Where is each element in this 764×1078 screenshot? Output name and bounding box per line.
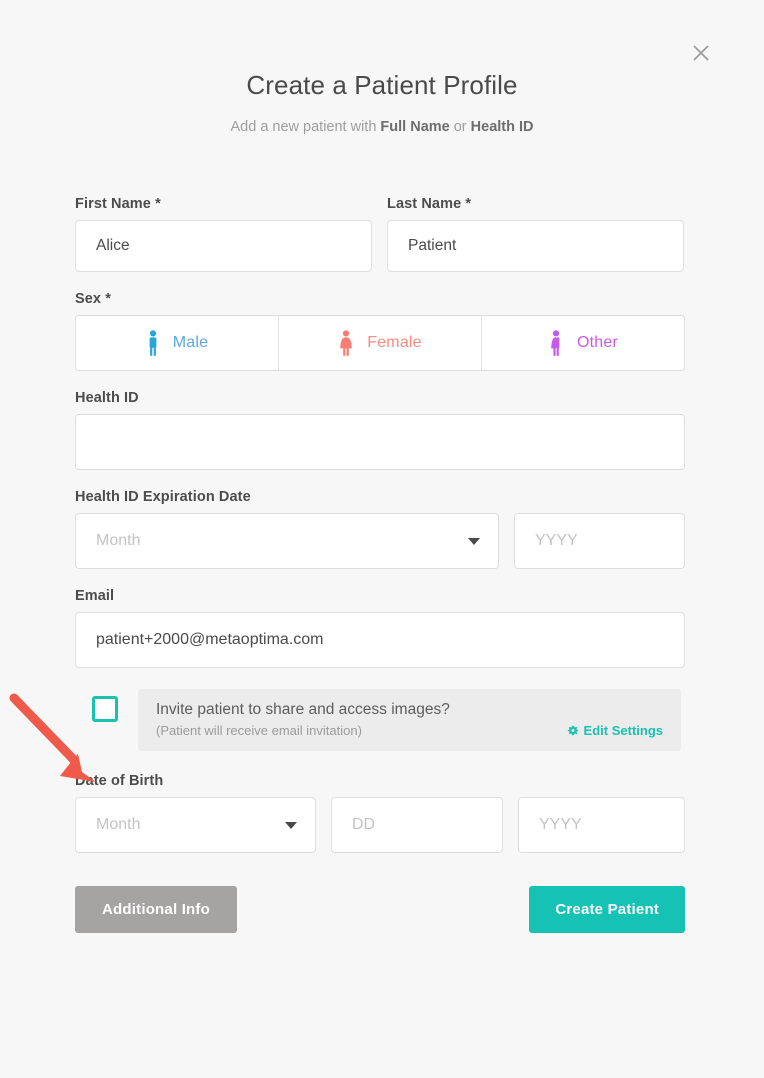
subtitle-prefix: Add a new patient with: [230, 119, 381, 135]
patient-form: First Name * Last Name * Alice Patient S…: [75, 196, 685, 933]
sex-option-female-label: Female: [367, 334, 422, 351]
chevron-down-icon: [285, 822, 297, 829]
last-name-input[interactable]: Patient: [387, 220, 684, 272]
health-id-expiration-year-value: YYYY: [535, 532, 578, 549]
health-id-input[interactable]: [75, 414, 685, 470]
invite-patient-row: Invite patient to share and access image…: [75, 689, 685, 751]
name-labels-row: First Name * Last Name *: [75, 196, 685, 220]
first-name-label: First Name *: [75, 196, 161, 212]
edit-settings-label: Edit Settings: [583, 723, 663, 738]
subtitle-healthid: Health ID: [470, 119, 534, 135]
sex-option-other[interactable]: Other: [481, 316, 684, 370]
date-of-birth-label: Date of Birth: [75, 773, 164, 789]
date-of-birth-year-value: YYYY: [539, 816, 582, 833]
sex-option-male[interactable]: Male: [76, 316, 278, 370]
sex-group: Sex * Male Female Other: [75, 291, 685, 371]
male-figure-icon: [146, 330, 160, 356]
health-id-expiration-label: Health ID Expiration Date: [75, 489, 251, 505]
chevron-down-icon: [468, 538, 480, 545]
date-of-birth-year-input[interactable]: YYYY: [518, 797, 685, 853]
sex-label: Sex *: [75, 291, 111, 307]
health-id-expiration-year-input[interactable]: YYYY: [514, 513, 685, 569]
close-icon[interactable]: [688, 40, 714, 66]
other-figure-icon: [548, 330, 564, 356]
date-of-birth-day-value: DD: [352, 816, 376, 833]
invite-patient-title: Invite patient to share and access image…: [156, 701, 450, 718]
date-of-birth-month-value: Month: [96, 816, 141, 833]
date-of-birth-day-input[interactable]: DD: [331, 797, 503, 853]
date-of-birth-month-select[interactable]: Month: [75, 797, 316, 853]
dialog-actions: Additional Info Create Patient: [75, 886, 685, 933]
female-figure-icon: [338, 330, 354, 356]
edit-settings-link[interactable]: Edit Settings: [567, 723, 663, 738]
sex-option-male-label: Male: [172, 334, 209, 351]
additional-info-button[interactable]: Additional Info: [75, 886, 237, 933]
health-id-expiration-month-select[interactable]: Month: [75, 513, 499, 569]
sex-selector: Male Female Other: [75, 315, 685, 371]
subtitle-middle: or: [449, 119, 471, 135]
create-patient-dialog: Create a Patient Profile Add a new patie…: [0, 0, 764, 1078]
health-id-expiration-month-value: Month: [96, 532, 141, 549]
name-inputs-row: Alice Patient: [75, 220, 685, 272]
email-input[interactable]: patient+2000@metaoptima.com: [75, 612, 685, 668]
create-patient-button[interactable]: Create Patient: [529, 886, 685, 933]
email-group: Email patient+2000@metaoptima.com: [75, 588, 685, 668]
sex-option-other-label: Other: [576, 334, 618, 351]
invite-patient-sub-row: (Patient will receive email invitation) …: [156, 723, 663, 738]
health-id-expiration-group: Health ID Expiration Date Month YYYY: [75, 489, 685, 569]
health-id-expiration-row: Month YYYY: [75, 513, 685, 569]
invite-patient-checkbox[interactable]: [92, 696, 118, 722]
date-of-birth-row: Month DD YYYY: [75, 797, 685, 853]
invite-patient-panel: Invite patient to share and access image…: [138, 689, 681, 751]
dialog-subtitle: Add a new patient with Full Name or Heal…: [0, 101, 764, 135]
email-label: Email: [75, 588, 115, 604]
invite-patient-subtitle: (Patient will receive email invitation): [156, 723, 362, 738]
last-name-label: Last Name *: [387, 196, 472, 212]
first-name-input[interactable]: Alice: [75, 220, 372, 272]
date-of-birth-group: Date of Birth Month DD YYYY: [75, 773, 685, 853]
subtitle-fullname: Full Name: [380, 119, 450, 135]
sex-option-female[interactable]: Female: [278, 316, 481, 370]
page-title: Create a Patient Profile: [246, 70, 518, 100]
health-id-group: Health ID: [75, 390, 685, 470]
name-group: First Name * Last Name * Alice Patient: [75, 196, 685, 272]
gear-icon: [567, 725, 579, 737]
health-id-label: Health ID: [75, 390, 139, 406]
